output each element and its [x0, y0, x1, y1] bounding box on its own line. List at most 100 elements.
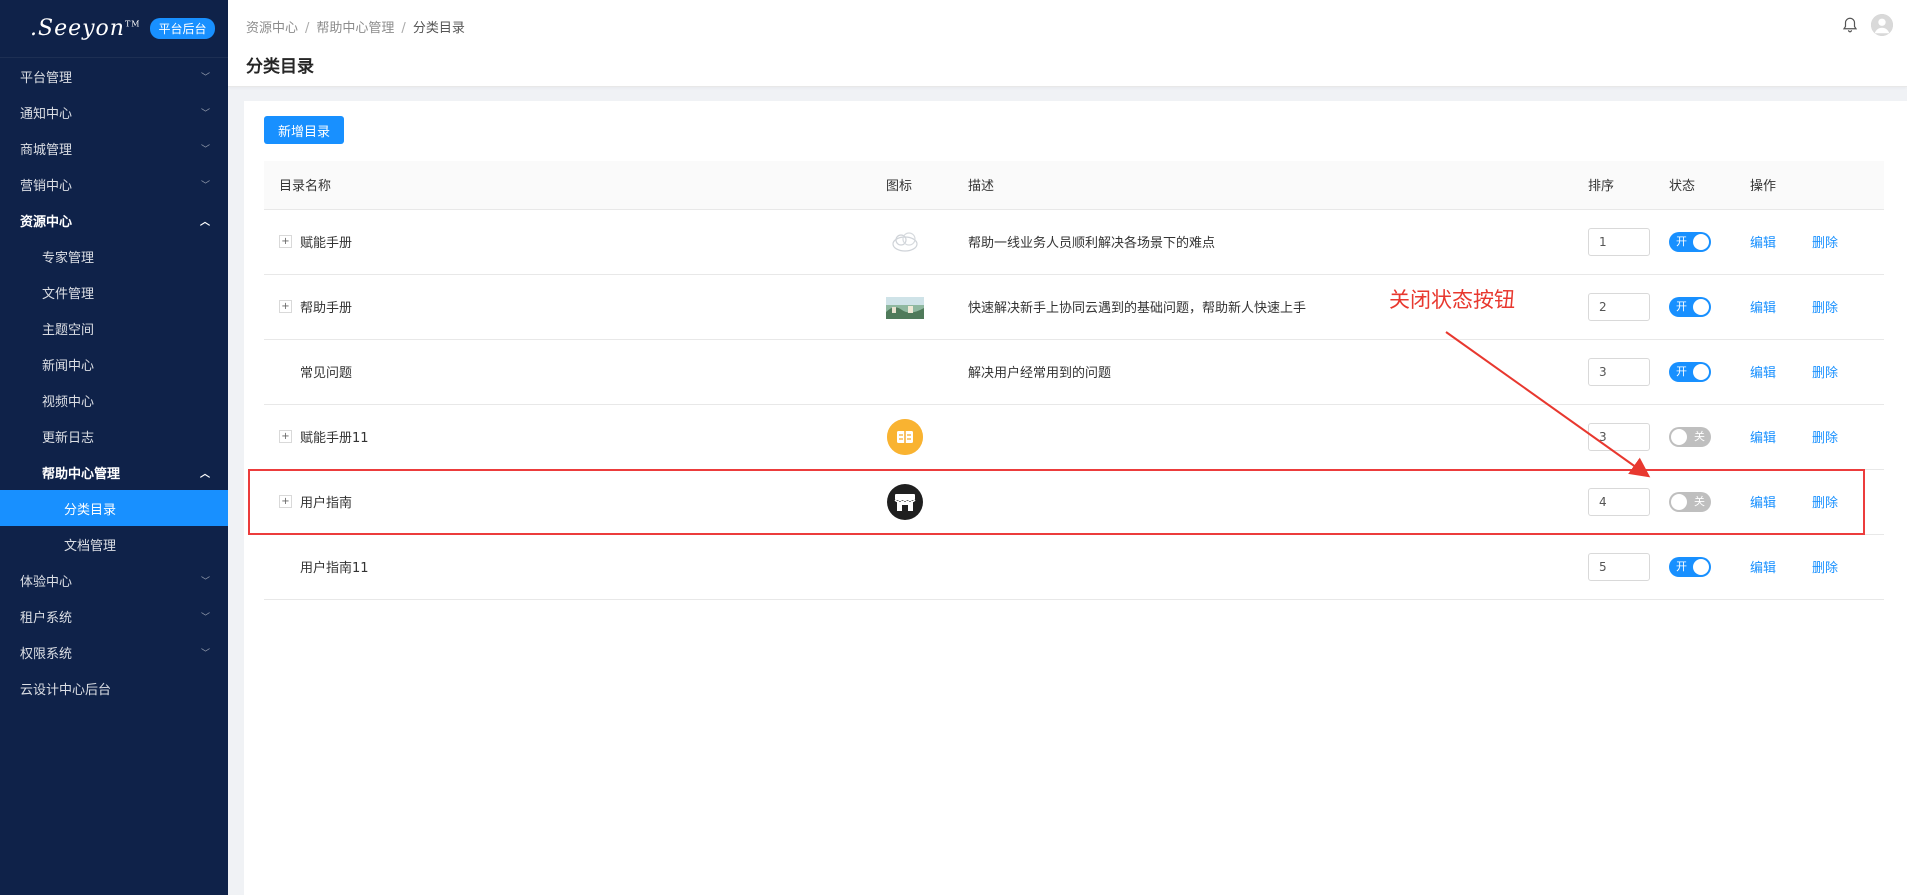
toggle-knob — [1693, 233, 1709, 250]
add-directory-button[interactable]: 新增目录 — [264, 116, 344, 144]
toggle-knob — [1693, 363, 1709, 380]
delete-link[interactable]: 删除 — [1812, 561, 1838, 576]
page-title: 分类目录 — [246, 57, 314, 77]
edit-link[interactable]: 编辑 — [1750, 236, 1776, 251]
status-toggle-label: 关 — [1694, 494, 1705, 508]
cell-status: 开 — [1669, 274, 1750, 340]
column-header-order: 排序 — [1588, 161, 1669, 210]
cell-name: + 帮助手册 — [264, 274, 886, 340]
cell-status: 开 — [1669, 534, 1750, 600]
cell-name: + 用户指南 — [264, 469, 886, 535]
sidebar-item-label: 体验中心 — [20, 574, 73, 590]
cell-icon — [886, 274, 968, 340]
column-header-name: 目录名称 — [264, 161, 886, 210]
sidebar-item[interactable]: 平台管理 ﹀ — [0, 58, 228, 94]
sidebar-item[interactable]: 商城管理 ﹀ — [0, 130, 228, 166]
expand-icon[interactable]: + — [279, 300, 292, 313]
cloud-sketch-icon — [886, 222, 924, 261]
status-toggle-label: 开 — [1676, 299, 1687, 313]
sidebar-item[interactable]: 专家管理 — [0, 238, 228, 274]
table-header-row: 目录名称 图标 描述 排序 状态 操作 — [264, 161, 1884, 210]
cell-actions: 编辑 删除 — [1750, 274, 1884, 340]
status-toggle[interactable]: 开 — [1669, 556, 1711, 577]
delete-link[interactable]: 删除 — [1812, 366, 1838, 381]
sidebar-item-label: 平台管理 — [20, 70, 73, 86]
annotation-label: 关闭状态按钮 — [1389, 288, 1515, 312]
cell-icon — [886, 469, 968, 535]
column-header-description: 描述 — [968, 161, 1588, 210]
status-toggle-label: 开 — [1676, 234, 1687, 248]
sidebar-item[interactable]: 帮助中心管理 ︿ — [0, 454, 228, 490]
directory-name: 赋能手册11 — [300, 431, 369, 446]
sidebar-item[interactable]: 权限系统 ﹀ — [0, 634, 228, 670]
edit-link[interactable]: 编辑 — [1750, 431, 1776, 446]
sidebar-item[interactable]: 通知中心 ﹀ — [0, 94, 228, 130]
cell-icon — [886, 404, 968, 470]
annotation-arrow-icon — [1445, 331, 1651, 478]
cell-name: 用户指南11 — [264, 534, 886, 600]
edit-link[interactable]: 编辑 — [1750, 496, 1776, 511]
column-header-icon: 图标 — [886, 161, 968, 210]
directory-name: 用户指南 — [300, 496, 353, 511]
orange-book-icon — [886, 418, 924, 456]
cell-status: 关 — [1669, 469, 1750, 535]
chevron-down-icon: ﹀ — [200, 648, 210, 659]
bell-icon[interactable] — [1841, 16, 1859, 34]
cell-actions: 编辑 删除 — [1750, 469, 1884, 535]
sidebar-item-label: 通知中心 — [20, 106, 73, 122]
chevron-down-icon: ﹀ — [200, 72, 210, 83]
sidebar-item[interactable]: 资源中心 ︿ — [0, 202, 228, 238]
expand-icon[interactable]: + — [279, 235, 292, 248]
sidebar-item[interactable]: 云设计中心后台 — [0, 670, 228, 706]
delete-link[interactable]: 删除 — [1812, 301, 1838, 316]
breadcrumb: 资源中心 / 帮助中心管理 / 分类目录 — [246, 17, 465, 36]
status-toggle[interactable]: 开 — [1669, 296, 1711, 317]
sidebar-item[interactable]: 文档管理 — [0, 526, 228, 562]
avatar-icon[interactable] — [1871, 14, 1893, 36]
toggle-knob — [1693, 298, 1709, 315]
delete-link[interactable]: 删除 — [1812, 496, 1838, 511]
table-row: 用户指南11 开 编辑 删除 — [264, 534, 1884, 600]
sidebar: .SeeyonTM 平台后台 平台管理 ﹀ 通知中心 ﹀ 商城管理 ﹀ 营销中心 ﹀ 资源中心 ︿… — [0, 0, 228, 895]
delete-link[interactable]: 删除 — [1812, 431, 1838, 446]
sidebar-item[interactable]: 分类目录 — [0, 490, 228, 526]
breadcrumb-item[interactable]: 资源中心 — [246, 21, 298, 36]
sidebar-item[interactable]: 更新日志 — [0, 418, 228, 454]
sidebar-item-label: 帮助中心管理 — [42, 466, 121, 482]
sidebar-item-label: 新闻中心 — [42, 358, 95, 374]
breadcrumb-current: 分类目录 — [412, 21, 465, 36]
order-input[interactable] — [1588, 552, 1650, 581]
breadcrumb-separator: / — [305, 21, 310, 36]
chevron-down-icon: ﹀ — [200, 612, 210, 623]
edit-link[interactable]: 编辑 — [1750, 301, 1776, 316]
chevron-up-icon: ︿ — [200, 216, 210, 228]
order-input[interactable] — [1588, 292, 1650, 321]
chevron-down-icon: ﹀ — [200, 144, 210, 155]
sidebar-item[interactable]: 体验中心 ﹀ — [0, 562, 228, 598]
edit-link[interactable]: 编辑 — [1750, 366, 1776, 381]
sidebar-item-label: 资源中心 — [20, 214, 73, 230]
sidebar-item[interactable]: 租户系统 ﹀ — [0, 598, 228, 634]
expand-icon[interactable]: + — [279, 430, 292, 443]
sidebar-item[interactable]: 文件管理 — [0, 274, 228, 310]
cell-description: 帮助一线业务人员顺利解决各场景下的难点 — [968, 209, 1588, 275]
sidebar-item[interactable]: 视频中心 — [0, 382, 228, 418]
column-header-actions: 操作 — [1750, 161, 1884, 210]
sidebar-item[interactable]: 营销中心 ﹀ — [0, 166, 228, 202]
order-input[interactable] — [1588, 227, 1650, 256]
sidebar-item[interactable]: 新闻中心 — [0, 346, 228, 382]
store-icon — [886, 483, 924, 521]
cell-status: 开 — [1669, 339, 1750, 405]
expand-icon[interactable]: + — [279, 495, 292, 508]
edit-link[interactable]: 编辑 — [1750, 561, 1776, 576]
sidebar-item[interactable]: 主题空间 — [0, 310, 228, 346]
delete-link[interactable]: 删除 — [1812, 236, 1838, 251]
breadcrumb-item[interactable]: 帮助中心管理 — [316, 21, 394, 36]
status-toggle[interactable]: 开 — [1669, 231, 1711, 252]
header: 资源中心 / 帮助中心管理 / 分类目录 分类目录 — [228, 0, 1907, 87]
chevron-down-icon: ﹀ — [200, 576, 210, 587]
cell-icon — [886, 209, 968, 275]
directory-name: 赋能手册 — [300, 236, 353, 251]
logo[interactable]: .SeeyonTM — [30, 16, 140, 41]
sidebar-item-label: 文件管理 — [42, 286, 95, 302]
